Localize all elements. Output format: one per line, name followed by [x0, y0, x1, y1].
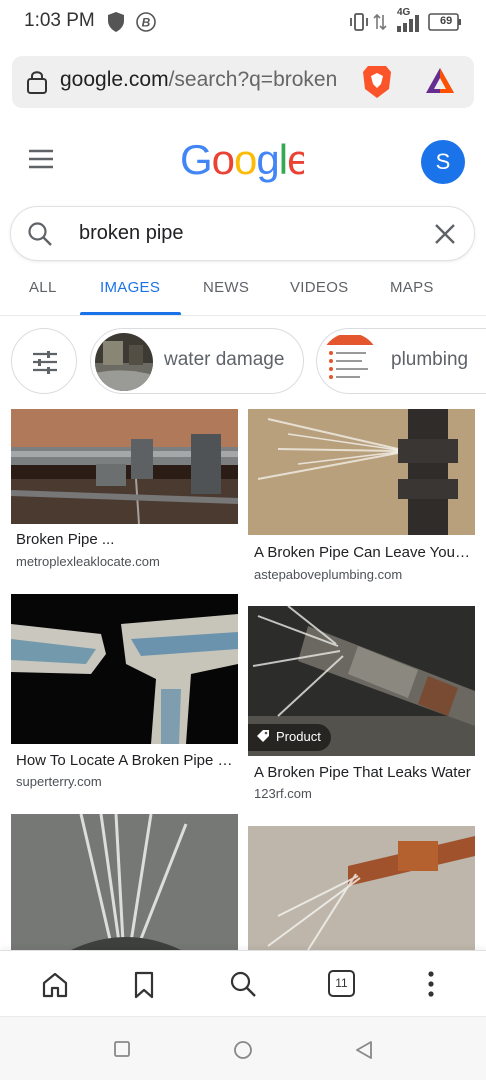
clear-icon[interactable]: [434, 223, 456, 250]
shield-icon: [106, 11, 126, 38]
google-logo[interactable]: Google: [180, 136, 310, 194]
search-icon[interactable]: [229, 970, 257, 1003]
signal-icon: [396, 14, 422, 37]
filter-button[interactable]: [11, 328, 77, 394]
tag-icon: [256, 729, 270, 746]
brave-rewards-icon[interactable]: [424, 65, 456, 102]
tabs-divider: [0, 315, 486, 316]
result-source: astepaboveplumbing.com: [254, 567, 403, 582]
home-icon[interactable]: [41, 971, 69, 1004]
account-avatar[interactable]: S: [421, 140, 465, 184]
vibrate-icon: [348, 11, 370, 38]
b-coin-icon: B: [135, 11, 157, 38]
result-source: metroplexleaklocate.com: [16, 554, 160, 569]
status-time: 1:03 PM: [24, 10, 95, 31]
bookmark-icon[interactable]: [133, 971, 155, 1004]
result-title[interactable]: Broken Pipe ...: [16, 531, 236, 548]
status-bar: 1:03 PM B 4G 69: [0, 0, 486, 44]
result-image[interactable]: [248, 409, 475, 535]
url-host: google.com: [60, 68, 169, 91]
result-title[interactable]: A Broken Pipe That Leaks Water: [254, 764, 472, 781]
data-arrows-icon: [372, 11, 388, 38]
back-icon[interactable]: [355, 1040, 373, 1065]
chip-label: water damage: [164, 349, 285, 370]
tune-icon: [32, 350, 58, 379]
browser-toolbar: 11: [0, 950, 486, 1016]
result-source: superterry.com: [16, 774, 102, 789]
chip-thumbnail: [321, 333, 379, 391]
tab-news[interactable]: NEWS: [203, 279, 249, 296]
brave-shields-icon[interactable]: [360, 63, 394, 106]
search-input[interactable]: broken pipe: [79, 222, 184, 245]
battery-level: 69: [440, 15, 453, 27]
result-image[interactable]: [248, 826, 475, 950]
chip-thumbnail: [95, 333, 153, 391]
svg-text:Google: Google: [180, 138, 304, 183]
url-text[interactable]: google.com/search?q=broken: [60, 68, 352, 92]
result-title[interactable]: How To Locate A Broken Pipe Underground: [16, 752, 236, 769]
search-box[interactable]: broken pipe: [10, 206, 475, 261]
recents-icon[interactable]: [114, 1041, 130, 1062]
tab-images[interactable]: IMAGES: [100, 279, 160, 296]
product-badge: Product: [248, 724, 331, 752]
result-image[interactable]: [11, 409, 238, 524]
result-image[interactable]: [11, 594, 238, 744]
address-bar[interactable]: google.com/search?q=broken: [12, 56, 474, 108]
menu-icon[interactable]: [28, 149, 54, 174]
lock-icon: [26, 69, 48, 100]
chip-water-damage[interactable]: water damage: [90, 328, 304, 394]
more-options-icon[interactable]: [427, 971, 435, 1002]
tab-maps[interactable]: MAPS: [390, 279, 434, 296]
result-image[interactable]: [11, 814, 238, 950]
url-path: /search?q=broken: [168, 68, 338, 91]
result-title[interactable]: A Broken Pipe Can Leave You Feeling: [254, 544, 472, 561]
chip-plumbing[interactable]: plumbing: [316, 328, 486, 394]
home-circle-icon[interactable]: [233, 1040, 253, 1065]
tab-videos[interactable]: VIDEOS: [290, 279, 348, 296]
chip-label: plumbing: [391, 349, 469, 370]
tab-all[interactable]: ALL: [29, 279, 57, 296]
product-badge-label: Product: [276, 729, 321, 744]
tab-switcher-button[interactable]: 11: [328, 970, 355, 997]
system-nav-bar: [0, 1016, 486, 1080]
result-source: 123rf.com: [254, 786, 312, 801]
svg-text:B: B: [142, 16, 151, 30]
search-icon[interactable]: [27, 221, 53, 252]
